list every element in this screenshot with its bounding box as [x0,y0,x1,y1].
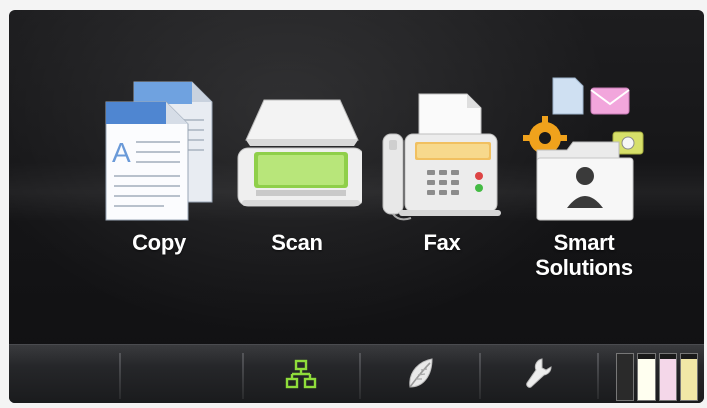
fax-label: Fax [423,230,461,255]
svg-text:A: A [112,137,131,168]
smart-solutions-app-button[interactable]: Smart Solutions [514,72,654,332]
setup-button[interactable] [481,345,595,403]
setup-wrench-icon [526,358,552,388]
scan-app-button[interactable]: Scan [227,72,367,332]
bottom-bar [9,344,704,403]
bar-slot-empty [9,345,119,403]
eco-mode-leaf-icon [409,358,433,388]
smart-solutions-icon [519,72,649,222]
network-icon [285,359,317,389]
ink-white [637,353,656,401]
bar-slot-empty [121,345,241,403]
copy-label: Copy [132,230,186,255]
ink-pink [658,353,677,401]
copy-app-button[interactable]: A Copy [89,72,229,332]
ink-levels-button[interactable] [616,353,698,401]
copy-icon: A [94,72,224,222]
fax-icon [377,72,507,222]
network-button[interactable] [244,345,358,403]
printer-home-screen: A Copy Scan Fax Smart Solutions [9,10,704,403]
divider [597,353,599,399]
ink-yellow [679,353,698,401]
scan-label: Scan [271,230,323,255]
smart-solutions-label: Smart Solutions [535,230,633,280]
ink-black [616,353,635,401]
eco-mode-button[interactable] [361,345,479,403]
fax-app-button[interactable]: Fax [372,72,512,332]
scan-icon [232,72,365,222]
